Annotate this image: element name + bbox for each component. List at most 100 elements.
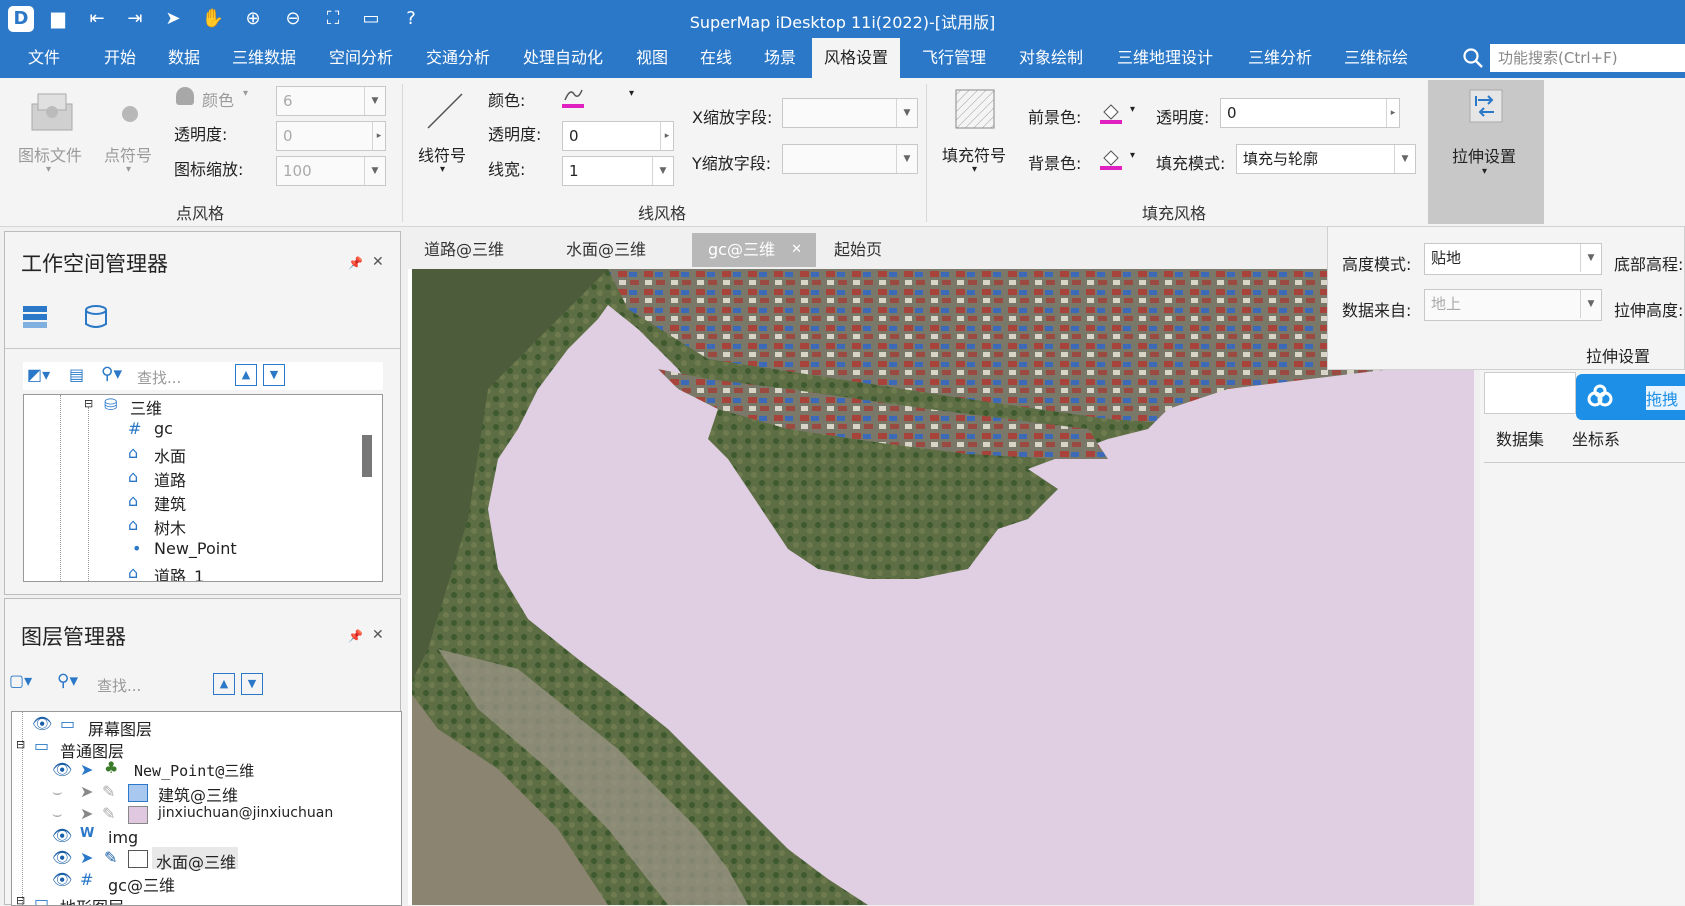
layer-img[interactable]: img xyxy=(108,828,138,847)
menu-style-settings[interactable]: 风格设置 xyxy=(812,38,901,78)
layer-search-input[interactable]: 查找... xyxy=(97,675,141,696)
point-color-label[interactable]: 颜色 xyxy=(202,87,234,111)
edit-locked-icon[interactable]: ✎ xyxy=(102,782,115,801)
tab-coordinate-system[interactable]: 坐标系 xyxy=(1572,426,1620,450)
icon-scale-field[interactable]: 100 ▼ xyxy=(276,156,386,186)
menu-start[interactable]: 开始 xyxy=(92,38,148,78)
eye-icon[interactable]: 👁 xyxy=(32,714,52,733)
chevron-down-icon[interactable]: ▾ xyxy=(629,88,634,99)
scrollbar-thumb[interactable] xyxy=(362,435,372,477)
selectable-icon[interactable]: ➤ xyxy=(80,782,93,801)
function-search-input[interactable]: 功能搜索(Ctrl+F) xyxy=(1490,44,1685,72)
line-width-field[interactable]: 1 ▼ xyxy=(562,156,674,186)
menu-3d-plotting[interactable]: 三维标绘 xyxy=(1332,38,1420,78)
menu-3d-geo-design[interactable]: 三维地理设计 xyxy=(1105,38,1225,78)
background-color-picker-icon[interactable] xyxy=(1098,146,1124,172)
menu-online[interactable]: 在线 xyxy=(688,38,744,78)
editable-icon[interactable]: ✎ xyxy=(104,848,117,867)
close-icon[interactable]: ✕ xyxy=(372,254,384,270)
move-up-icon[interactable]: ▲ xyxy=(235,364,257,386)
fill-opacity-field[interactable]: 0 ▸ xyxy=(1220,98,1400,128)
tab-road-3d[interactable]: 道路@三维 xyxy=(408,233,520,267)
line-symbol-button[interactable]: 线符号 xyxy=(418,142,466,166)
menu-3d-data[interactable]: 三维数据 xyxy=(220,38,308,78)
tree-item-water[interactable]: 水面 xyxy=(154,443,186,467)
move-up-icon[interactable]: ▲ xyxy=(213,673,235,695)
workspace-options-icon[interactable]: ◩▾ xyxy=(27,365,50,384)
eye-icon[interactable]: 👁 xyxy=(52,848,72,867)
x-scale-field-select[interactable]: ▼ xyxy=(782,98,918,128)
selectable-icon[interactable]: ➤ xyxy=(80,760,93,779)
tab-dataset[interactable]: 数据集 xyxy=(1496,426,1544,450)
search-icon[interactable] xyxy=(1462,47,1484,69)
tree-item-tree[interactable]: 树木 xyxy=(154,515,186,539)
menu-spatial-analysis[interactable]: 空间分析 xyxy=(317,38,405,78)
tab-gc-3d[interactable]: gc@三维 ✕ xyxy=(692,233,816,267)
tab-water-3d[interactable]: 水面@三维 xyxy=(550,233,662,267)
y-scale-field-select[interactable]: ▼ xyxy=(782,144,918,174)
point-color-field[interactable]: 6 ▼ xyxy=(276,86,386,116)
search-icon[interactable]: ⚲▾ xyxy=(57,671,78,691)
add-layer-icon[interactable]: ▢▾ xyxy=(9,671,32,690)
eye-icon[interactable]: 👁 xyxy=(52,826,72,845)
layer-jinxiuchuan[interactable]: jinxiuchuan@jinxiuchuan xyxy=(158,805,333,821)
menu-scene[interactable]: 场景 xyxy=(752,38,808,78)
menu-view[interactable]: 视图 xyxy=(624,38,680,78)
eye-hidden-icon[interactable]: ⌣ xyxy=(52,782,63,802)
eye-icon[interactable]: 👁 xyxy=(52,870,72,889)
tree-item-building[interactable]: 建筑 xyxy=(154,491,186,515)
menu-object-draw[interactable]: 对象绘制 xyxy=(1007,38,1095,78)
tree-item-gc[interactable]: gc xyxy=(154,419,173,438)
search-icon[interactable]: ⚲▾ xyxy=(101,364,122,384)
line-color-picker-icon[interactable] xyxy=(560,84,586,110)
tab-start-page[interactable]: 起始页 xyxy=(818,233,898,267)
layer-screen[interactable]: 屏幕图层 xyxy=(88,716,152,740)
move-down-icon[interactable]: ▼ xyxy=(263,364,285,386)
tree-item-road-1[interactable]: 道路_1 xyxy=(154,563,204,581)
chevron-down-icon[interactable]: ▾ xyxy=(1130,150,1135,161)
close-icon[interactable]: ✕ xyxy=(791,233,802,267)
menu-3d-analysis[interactable]: 三维分析 xyxy=(1236,38,1324,78)
fill-symbol-button[interactable]: 填充符号 xyxy=(942,142,1006,166)
selectable-icon[interactable]: ➤ xyxy=(80,804,93,823)
pin-icon[interactable]: 📌 xyxy=(348,629,363,643)
layer-water[interactable]: 水面@三维 xyxy=(156,849,236,873)
eye-hidden-icon[interactable]: ⌣ xyxy=(52,804,63,824)
workspace-open-icon[interactable]: ▤ xyxy=(69,365,84,384)
workspace-search-input[interactable]: 查找... xyxy=(137,367,181,388)
menu-flight[interactable]: 飞行管理 xyxy=(910,38,998,78)
eye-icon[interactable]: 👁 xyxy=(52,760,72,779)
stretch-settings-button[interactable]: 拉伸设置 ▾ xyxy=(1428,80,1544,224)
point-symbol-button[interactable]: 点符号 xyxy=(104,142,152,166)
foreground-color-picker-icon[interactable] xyxy=(1098,100,1124,126)
layer-new-point[interactable]: New_Point@三维 xyxy=(134,760,254,781)
layer-gc[interactable]: gc@三维 xyxy=(108,872,175,896)
expand-icon[interactable]: ⊟ xyxy=(16,894,25,905)
edit-locked-icon[interactable]: ✎ xyxy=(102,804,115,823)
scene-view[interactable] xyxy=(408,269,1474,905)
drag-button[interactable]: 拖拽 xyxy=(1576,374,1685,420)
close-icon[interactable]: ✕ xyxy=(372,627,384,643)
chevron-down-icon[interactable]: ▾ xyxy=(1130,104,1135,115)
menu-automation[interactable]: 处理自动化 xyxy=(511,38,615,78)
tree-item-road[interactable]: 道路 xyxy=(154,467,186,491)
layer-terrain[interactable]: 地形图层 xyxy=(60,894,124,905)
fill-mode-select[interactable]: 填充与轮廓 ▼ xyxy=(1236,144,1416,174)
workspace-view-icon[interactable] xyxy=(21,304,51,332)
collapse-icon[interactable]: ⊟ xyxy=(16,738,25,751)
menu-traffic-analysis[interactable]: 交通分析 xyxy=(414,38,502,78)
point-opacity-field[interactable]: 0 ▸ xyxy=(276,121,386,151)
selectable-icon[interactable]: ➤ xyxy=(80,848,93,867)
tree-item-new-point[interactable]: New_Point xyxy=(154,539,237,558)
layer-building[interactable]: 建筑@三维 xyxy=(158,782,238,806)
menu-data[interactable]: 数据 xyxy=(156,38,212,78)
line-opacity-field[interactable]: 0 ▸ xyxy=(562,121,674,151)
icon-file-button[interactable]: 图标文件 xyxy=(18,142,82,166)
move-down-icon[interactable]: ▼ xyxy=(241,673,263,695)
collapse-icon[interactable]: ⊟ xyxy=(84,397,93,410)
height-mode-select[interactable]: 贴地 ▼ xyxy=(1424,243,1602,275)
pin-icon[interactable]: 📌 xyxy=(348,256,363,270)
data-from-select[interactable]: 地上 ▼ xyxy=(1424,289,1602,321)
datasource-label[interactable]: 三维 xyxy=(130,395,162,419)
menu-file[interactable]: 文件 xyxy=(16,38,72,78)
